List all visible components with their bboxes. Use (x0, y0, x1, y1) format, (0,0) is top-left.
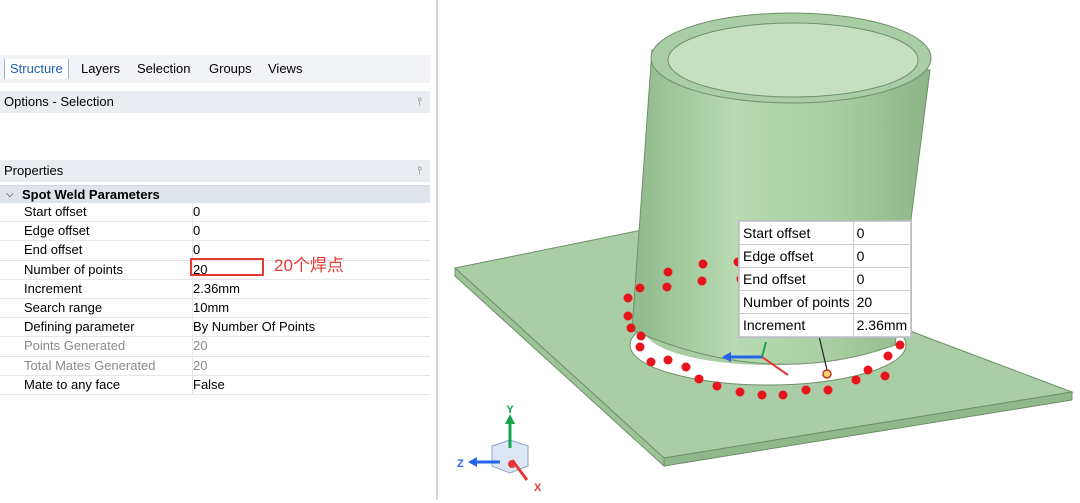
weld-point[interactable] (801, 385, 811, 395)
callout-key: Start offset (739, 221, 854, 245)
weld-point[interactable] (863, 365, 873, 375)
weld-point[interactable] (663, 267, 673, 277)
weld-point[interactable] (662, 282, 672, 292)
tab-groups[interactable]: Groups (204, 59, 257, 79)
tab-selection[interactable]: Selection (132, 59, 195, 79)
left-panel: Structure Layers Selection Groups Views … (0, 0, 436, 500)
weld-point[interactable] (735, 387, 745, 397)
callout-value: 2.36mm (852, 313, 912, 337)
property-key: Increment (24, 280, 82, 296)
options-panel-title: Options - Selection (4, 94, 114, 109)
tab-structure[interactable]: Structure (4, 59, 69, 79)
weld-point[interactable] (823, 385, 833, 395)
property-row[interactable]: Search range 10mm (0, 298, 430, 319)
callout-value: 0 (852, 244, 912, 268)
pin-icon[interactable]: ⫯ (417, 160, 422, 182)
property-value: 20 (192, 337, 423, 356)
triad-origin (508, 460, 516, 468)
weld-point[interactable] (895, 340, 905, 350)
property-row[interactable]: Points Generated 20 (0, 337, 430, 357)
weld-point[interactable] (883, 351, 893, 361)
callout-row: Edge offset 0 (739, 244, 912, 268)
property-value[interactable]: False (192, 375, 423, 394)
weld-point[interactable] (698, 259, 708, 269)
property-group-header[interactable]: ⌵ Spot Weld Parameters (0, 186, 430, 203)
property-key: Total Mates Generated (24, 357, 156, 373)
parameters-callout: Start offset 0 Edge offset 0 End offset 0 Numb… (738, 220, 913, 338)
weld-point[interactable] (636, 331, 646, 341)
property-row[interactable]: Defining parameter By Number Of Points (0, 318, 430, 338)
tab-views[interactable]: Views (263, 59, 307, 79)
property-group-title: Spot Weld Parameters (22, 187, 160, 202)
property-grid: ⌵ Spot Weld Parameters Start offset 0 Edge… (0, 185, 430, 395)
property-row[interactable]: Edge offset 0 (0, 222, 430, 242)
highlight-box (190, 258, 264, 276)
properties-panel-header: Properties ⫯ (0, 160, 430, 182)
property-row[interactable]: Total Mates Generated 20 (0, 356, 430, 376)
property-value: 20 (192, 356, 423, 375)
property-value[interactable]: 0 (192, 222, 423, 241)
weld-point[interactable] (694, 374, 704, 384)
property-key: Number of points (24, 261, 123, 277)
callout-key: Increment (739, 313, 854, 337)
property-key: End offset (24, 242, 83, 258)
weld-point[interactable] (712, 381, 722, 391)
callout-key: Edge offset (739, 244, 854, 268)
property-key: Search range (24, 299, 103, 315)
callout-row: End offset 0 (739, 267, 912, 291)
weld-point[interactable] (697, 276, 707, 286)
view-triad[interactable]: Y Z X (457, 404, 542, 494)
callout-value: 20 (852, 290, 912, 314)
property-key: Points Generated (24, 338, 126, 354)
callout-row: Increment 2.36mm (739, 313, 912, 337)
options-panel-header: Options - Selection ⫯ (0, 91, 430, 113)
triad-y-label: Y (506, 404, 514, 416)
property-value[interactable]: 2.36mm (192, 279, 423, 298)
callout-value: 0 (852, 267, 912, 291)
callout-key: Number of points (739, 290, 854, 314)
property-row[interactable]: Mate to any face False (0, 375, 430, 395)
property-value[interactable]: 10mm (192, 298, 423, 317)
weld-point[interactable] (626, 323, 636, 333)
callout-key: End offset (739, 267, 854, 291)
property-key: Start offset (24, 204, 87, 219)
weld-point[interactable] (623, 311, 633, 321)
property-row[interactable]: Increment 2.36mm (0, 279, 430, 299)
weld-point[interactable] (635, 342, 645, 352)
triad-x-label: X (534, 482, 542, 494)
annotation-label: 20个焊点 (274, 256, 344, 275)
properties-panel-title: Properties (4, 163, 64, 178)
chevron-down-icon[interactable]: ⌵ (6, 186, 14, 203)
property-key: Defining parameter (24, 319, 135, 335)
weld-point[interactable] (880, 371, 890, 381)
weld-point[interactable] (681, 362, 691, 372)
property-value[interactable]: 0 (192, 203, 423, 221)
property-row[interactable]: Start offset 0 (0, 203, 430, 223)
tube-inner (667, 22, 919, 98)
callout-table: Start offset 0 Edge offset 0 End offset 0 Numb… (739, 221, 912, 337)
weld-point[interactable] (663, 355, 673, 365)
triad-z-label: Z (457, 458, 464, 470)
property-rows: Start offset 0 Edge offset 0 End offset 0 Numb… (0, 203, 430, 395)
weld-point[interactable] (778, 390, 788, 400)
weld-point[interactable] (646, 357, 656, 367)
tab-layers[interactable]: Layers (76, 59, 125, 79)
structure-tabs: Structure Layers Selection Groups Views (0, 55, 430, 83)
callout-value: 0 (852, 221, 912, 245)
triad-z-arrow (468, 457, 477, 467)
pin-icon[interactable]: ⫯ (417, 91, 422, 113)
callout-row: Start offset 0 (739, 221, 912, 245)
property-key: Mate to any face (24, 376, 121, 392)
property-value[interactable]: By Number Of Points (192, 318, 423, 337)
selected-point-marker[interactable] (822, 369, 832, 379)
weld-point[interactable] (757, 390, 767, 400)
callout-row: Number of points 20 (739, 290, 912, 314)
property-key: Edge offset (24, 223, 90, 239)
weld-point[interactable] (635, 283, 645, 293)
weld-point[interactable] (851, 375, 861, 385)
weld-point[interactable] (623, 293, 633, 303)
